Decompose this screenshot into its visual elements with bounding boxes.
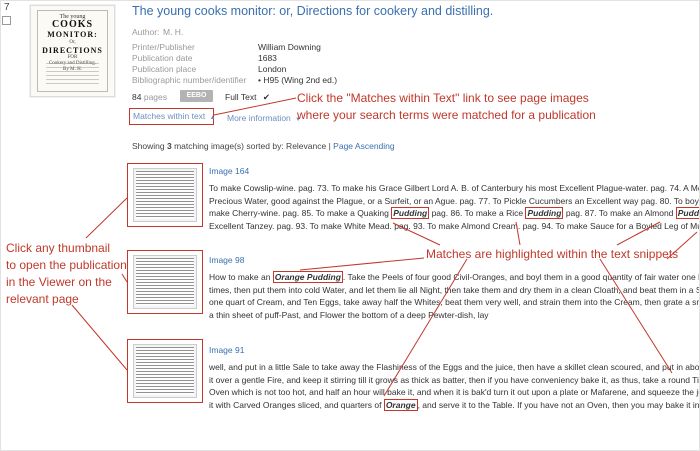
pointer-line-hl-1 — [392, 222, 441, 246]
callout-pointer-lines — [71, 97, 698, 397]
pointer-line-hl-6 — [383, 258, 468, 397]
pointer-line-hl-4 — [666, 231, 698, 260]
pointer-line-hl-7 — [599, 258, 673, 374]
pointer-line-hl-5 — [299, 257, 425, 271]
pointer-line-thumb-1 — [85, 197, 128, 239]
pointer-line-hl-2 — [515, 221, 521, 246]
pointer-line-thumb-3 — [71, 304, 128, 371]
pointer-line-hl-3 — [616, 221, 661, 246]
pointer-line-thumb-2 — [121, 273, 128, 283]
pointer-line-matches — [213, 97, 297, 116]
